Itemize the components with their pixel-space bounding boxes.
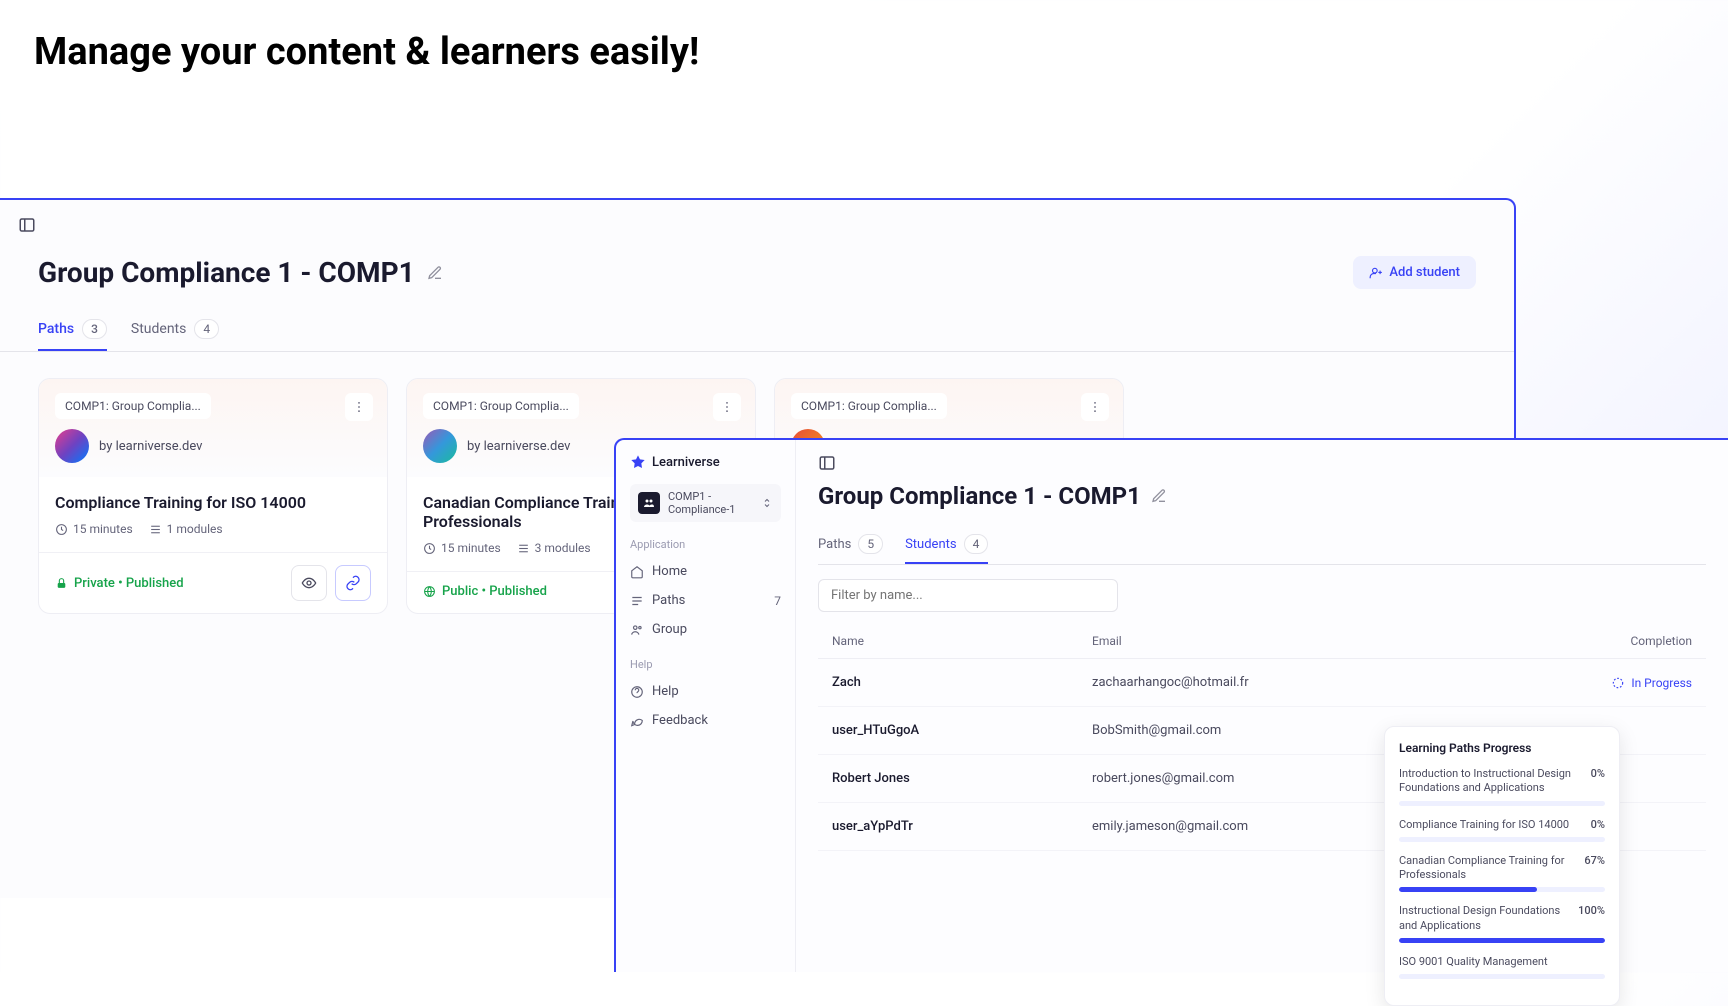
more-vertical-icon [352,400,366,414]
section-label: Help [630,658,781,671]
clock-icon [55,523,68,536]
add-user-icon [1369,266,1383,280]
card-menu-button[interactable] [1081,393,1109,421]
group-nav-icon [630,623,644,637]
page-title: Group Compliance 1 - COMP1 [818,482,1706,510]
progress-item: ISO 9001 Quality Management [1399,955,1605,979]
tab-label: Students [131,321,186,337]
sidebar: Learniverse COMP1 -Compliance-1 Applicat… [616,440,796,972]
link-icon [345,575,361,591]
tab-count: 4 [964,534,989,554]
table-row[interactable]: Zach zachaarhangoc@hotmail.fr In Progres… [818,659,1706,707]
paths-icon [630,594,644,608]
card-group-tag: COMP1: Group Complia... [55,393,211,419]
card-group-tag: COMP1: Group Complia... [423,393,579,419]
page-title-text: Group Compliance 1 - COMP1 [38,256,415,289]
add-student-label: Add student [1389,265,1460,280]
clock-icon [423,542,436,555]
card-group-tag: COMP1: Group Complia... [791,393,947,419]
eye-icon [301,575,317,591]
logo: Learniverse [630,454,781,470]
progress-item: Compliance Training for ISO 140000% [1399,818,1605,842]
help-icon [630,685,644,699]
group-icon [638,492,660,514]
modules: 3 modules [517,541,591,555]
sidebar-toggle-icon[interactable] [818,454,836,472]
list-icon [517,542,530,555]
progress-item: Instructional Design Foundations and App… [1399,904,1605,943]
tab-students[interactable]: Students 4 [131,309,219,351]
card-menu-button[interactable] [713,393,741,421]
lock-icon [55,577,68,590]
tab-paths[interactable]: Paths 3 [38,309,107,351]
col-header-name: Name [832,634,1092,648]
progress-item: Introduction to Instructional Design Fou… [1399,767,1605,806]
home-icon [630,565,644,579]
duration: 15 minutes [55,522,133,536]
status-badge: Private • Published [55,576,184,591]
more-vertical-icon [720,400,734,414]
nav-paths[interactable]: Paths7 [630,586,781,615]
link-button[interactable] [335,565,371,601]
card-title: Compliance Training for ISO 14000 [55,493,371,512]
tab-count: 3 [82,319,107,339]
section-label: Application [630,538,781,551]
edit-icon[interactable] [427,265,443,281]
card-menu-button[interactable] [345,393,373,421]
tab-students[interactable]: Students 4 [905,526,988,564]
avatar [423,429,457,463]
popover-title: Learning Paths Progress [1399,741,1605,755]
status-badge: Public • Published [423,584,547,599]
globe-icon [423,585,436,598]
avatar [55,429,89,463]
chevron-up-down-icon [761,497,773,509]
nav-feedback[interactable]: Feedback [630,706,781,735]
tab-count: 5 [858,534,883,554]
nav-help[interactable]: Help [630,677,781,706]
more-vertical-icon [1088,400,1102,414]
add-student-button[interactable]: Add student [1353,256,1476,289]
col-header-email: Email [1092,634,1572,648]
filter-input[interactable] [818,579,1118,612]
page-heading: Manage your content & learners easily! [0,0,1728,74]
nav-group[interactable]: Group [630,615,781,644]
group-selector[interactable]: COMP1 -Compliance-1 [630,484,781,522]
preview-button[interactable] [291,565,327,601]
tab-label: Paths [38,321,74,337]
logo-icon [630,454,646,470]
feedback-icon [630,714,644,728]
progress-icon [1611,676,1625,690]
path-card[interactable]: COMP1: Group Complia... by learniverse.d… [38,378,388,614]
card-author: by learniverse.dev [467,439,570,454]
edit-icon[interactable] [1151,488,1167,504]
tab-bar: Paths 3 Students 4 [0,309,1514,352]
modules: 1 modules [149,522,223,536]
status-in-progress: In Progress [1572,675,1692,690]
progress-item: Canadian Compliance Training for Profess… [1399,854,1605,893]
nav-home[interactable]: Home [630,557,781,586]
card-author: by learniverse.dev [99,439,202,454]
list-icon [149,523,162,536]
tab-count: 4 [194,319,219,339]
duration: 15 minutes [423,541,501,555]
sidebar-toggle-icon[interactable] [18,216,36,234]
col-header-completion: Completion [1572,634,1692,648]
tab-bar: Paths 5 Students 4 [818,526,1706,565]
progress-popover: Learning Paths Progress Introduction to … [1384,726,1620,1006]
page-title: Group Compliance 1 - COMP1 [38,256,443,289]
tab-paths[interactable]: Paths 5 [818,526,883,564]
